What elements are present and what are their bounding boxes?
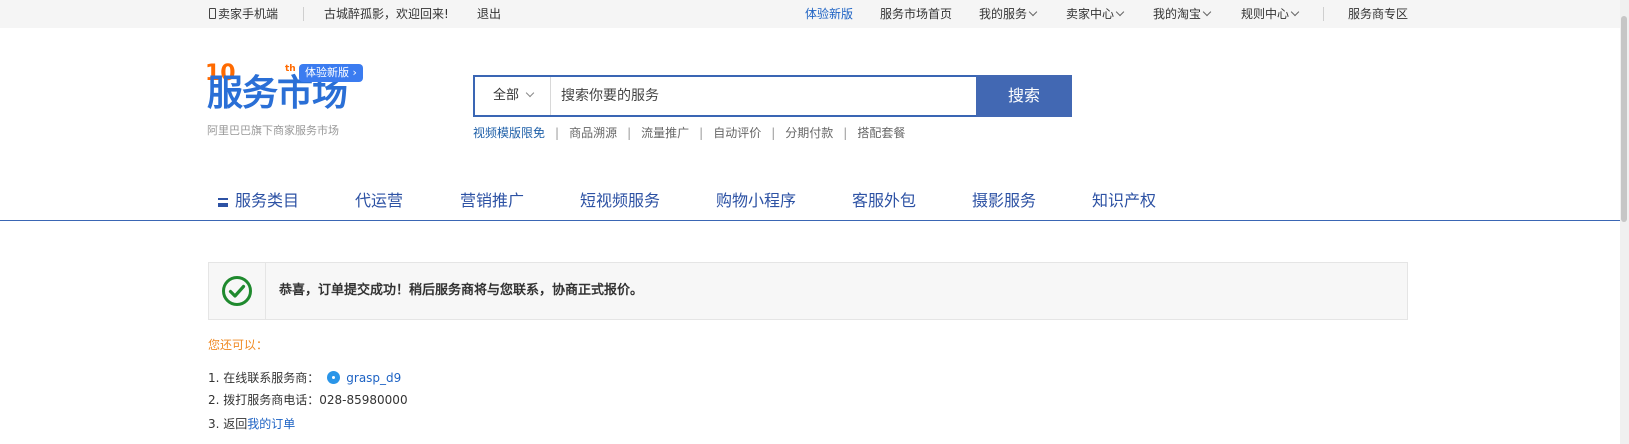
main-nav: 服务类目 代运营 营销推广 短视频服务 购物小程序 客服外包 摄影服务 知识产权 <box>0 180 1620 221</box>
wangwang-chat-icon[interactable] <box>327 371 341 384</box>
chevron-down-icon <box>1028 7 1038 17</box>
my-orders-link[interactable]: 我的订单 <box>247 417 295 431</box>
search-input[interactable] <box>561 85 861 107</box>
nav-item-customer-service[interactable]: 客服外包 <box>852 192 916 210</box>
scrollbar-thumb[interactable] <box>1621 16 1627 222</box>
divider: | <box>555 126 560 140</box>
hot-keyword-link[interactable]: 视频模版限免 <box>473 126 545 140</box>
success-icon-box <box>209 263 266 319</box>
new-version-badge[interactable]: 体验新版 › <box>299 64 363 82</box>
step-contact-provider: 1. 在线联系服务商： grasp_d9 <box>208 371 402 385</box>
divider: | <box>843 126 848 140</box>
step-return-orders: 3. 返回我的订单 <box>208 417 296 431</box>
my-taobao-menu[interactable]: 我的淘宝 <box>1153 7 1212 21</box>
top-bar: 卖家手机端 古城醉孤影，欢迎回来! 退出 体验新版 服务市场首页 我的服务 卖家… <box>0 0 1620 28</box>
search-bar: 全部 搜索 <box>473 75 1072 117</box>
hot-keyword-link[interactable]: 自动评价 <box>713 126 761 140</box>
divider: | <box>627 126 632 140</box>
nav-item-short-video[interactable]: 短视频服务 <box>580 192 660 210</box>
seller-mobile-link[interactable]: 卖家手机端 <box>209 7 278 21</box>
hot-keywords: 视频模版限免 | 商品溯源 | 流量推广 | 自动评价 | 分期付款 | 搭配套餐 <box>473 126 905 140</box>
chevron-down-icon <box>1202 7 1212 17</box>
logout-link[interactable]: 退出 <box>477 7 501 21</box>
nav-item-ip[interactable]: 知识产权 <box>1092 192 1156 210</box>
nav-item-operation[interactable]: 代运营 <box>355 192 403 210</box>
provider-zone-link[interactable]: 服务商专区 <box>1348 7 1408 21</box>
chevron-down-icon <box>1290 7 1300 17</box>
step-call-provider: 2. 拨打服务商电话：028-85980000 <box>208 393 408 407</box>
logo-subtitle: 阿里巴巴旗下商家服务市场 <box>207 124 339 137</box>
chevron-down-icon <box>525 88 535 98</box>
success-message: 恭喜，订单提交成功！稍后服务商将与您联系，协商正式报价。 <box>279 283 644 298</box>
scrollbar[interactable] <box>1620 0 1629 444</box>
seller-center-menu[interactable]: 卖家中心 <box>1066 7 1125 21</box>
logo[interactable]: 10 th 服务市场 体验新版 › 阿里巴巴旗下商家服务市场 <box>205 62 377 137</box>
next-steps-heading: 您还可以： <box>208 338 269 352</box>
my-services-menu[interactable]: 我的服务 <box>979 7 1038 21</box>
phone-icon <box>209 8 216 19</box>
new-version-link[interactable]: 体验新版 <box>805 7 853 21</box>
user-greeting: 古城醉孤影，欢迎回来! <box>324 7 449 21</box>
hot-keyword-link[interactable]: 搭配套餐 <box>857 126 905 140</box>
divider <box>1323 7 1324 21</box>
success-notice: 恭喜，订单提交成功！稍后服务商将与您联系，协商正式报价。 <box>208 262 1408 320</box>
hot-keyword-link[interactable]: 分期付款 <box>785 126 833 140</box>
hot-keyword-link[interactable]: 商品溯源 <box>569 126 617 140</box>
market-home-link[interactable]: 服务市场首页 <box>880 7 952 21</box>
check-circle-icon <box>222 276 252 306</box>
nav-item-photography[interactable]: 摄影服务 <box>972 192 1036 210</box>
hot-keyword-link[interactable]: 流量推广 <box>641 126 689 140</box>
menu-icon <box>218 198 228 207</box>
search-category-select[interactable]: 全部 <box>475 77 551 115</box>
nav-item-mini-program[interactable]: 购物小程序 <box>716 192 796 210</box>
nav-item-marketing[interactable]: 营销推广 <box>460 192 524 210</box>
divider <box>303 7 304 21</box>
chevron-down-icon <box>1115 7 1125 17</box>
nav-item-categories[interactable]: 服务类目 <box>218 192 299 210</box>
rules-center-menu[interactable]: 规则中心 <box>1241 7 1300 21</box>
divider: | <box>699 126 704 140</box>
divider: | <box>771 126 776 140</box>
search-button[interactable]: 搜索 <box>976 75 1072 117</box>
provider-chat-link[interactable]: grasp_d9 <box>346 371 401 385</box>
